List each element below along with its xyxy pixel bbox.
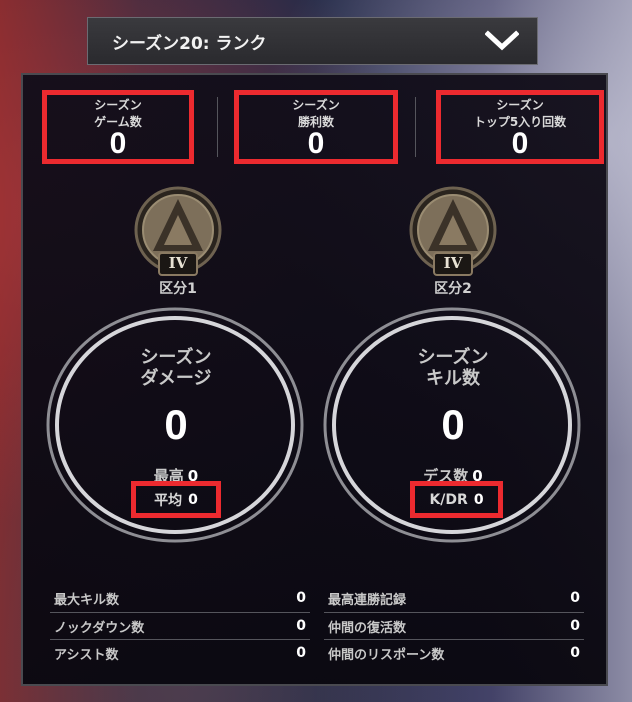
win-streak-value: 0 (570, 590, 580, 606)
list-item: 仲間のリスポーン数 0 (328, 640, 580, 666)
damage-average: 平均 0 (131, 481, 221, 518)
max-kills-label: 最大キル数 (54, 592, 120, 608)
damage-average-value: 0 (188, 491, 198, 508)
kills-title-2: キル数 (426, 368, 480, 389)
revives-value: 0 (570, 618, 580, 634)
season-top5-label-1: シーズン (496, 98, 544, 112)
chevron-down-icon (485, 30, 519, 51)
kills-value: 0 (441, 401, 465, 448)
season-wins-label-1: シーズン (292, 98, 340, 112)
kills-title-1: シーズン (417, 347, 489, 368)
list-item: 最高連勝記録 0 (328, 585, 580, 611)
season-dropdown-label: シーズン20: ランク (112, 33, 267, 54)
damage-average-label: 平均 (154, 492, 183, 509)
season-wins-stat: シーズン 勝利数 0 (234, 90, 398, 164)
damage-value: 0 (164, 401, 188, 448)
revives-label: 仲間の復活数 (328, 620, 407, 636)
knockdowns-value: 0 (296, 618, 306, 634)
list-item: ノックダウン数 0 (54, 613, 306, 639)
assists-label: アシスト数 (54, 647, 119, 663)
respawns-label: 仲間のリスポーン数 (328, 647, 445, 663)
divider (415, 97, 416, 157)
win-streak-label: 最高連勝記録 (328, 592, 407, 608)
respawns-value: 0 (570, 645, 580, 661)
season-games-stat: シーズン ゲーム数 0 (42, 90, 194, 164)
stats-panel: シーズン ゲーム数 0 シーズン 勝利数 0 シーズン トップ5入り回数 0 I… (21, 73, 608, 686)
season-games-label-1: シーズン (94, 98, 142, 112)
rank-label-1: 区分1 (159, 281, 197, 297)
rank-tier-1: IV (168, 254, 188, 272)
season-top5-stat: シーズン トップ5入り回数 0 (436, 90, 604, 164)
kdr-value: 0 (473, 491, 484, 508)
kdr-stat: K/DR 0 (410, 481, 503, 518)
damage-title-2: ダメージ (140, 368, 212, 389)
season-wins-value: 0 (307, 127, 325, 160)
rank-tier-2: IV (443, 254, 463, 272)
season-dropdown[interactable]: シーズン20: ランク (87, 17, 538, 65)
assists-value: 0 (296, 645, 306, 661)
list-item: アシスト数 0 (54, 640, 306, 666)
list-item: 仲間の復活数 0 (328, 613, 580, 639)
rank-label-2: 区分2 (434, 281, 472, 297)
max-kills-value: 0 (296, 590, 306, 606)
season-top5-value: 0 (511, 127, 529, 160)
list-item: 最大キル数 0 (54, 585, 306, 611)
divider (217, 97, 218, 157)
kdr-label: K/DR (429, 491, 468, 508)
damage-title-1: シーズン (140, 347, 212, 368)
knockdowns-label: ノックダウン数 (54, 620, 145, 636)
season-games-value: 0 (109, 127, 127, 160)
